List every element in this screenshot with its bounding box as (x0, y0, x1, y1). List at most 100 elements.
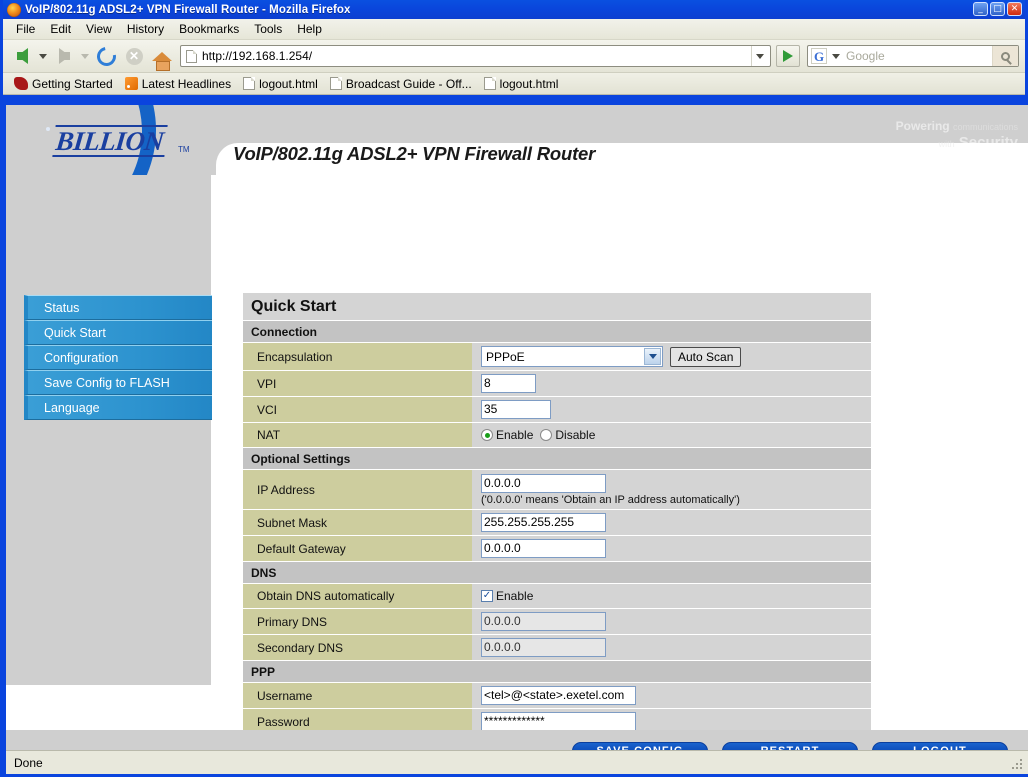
bookmark-logout-1[interactable]: logout.html (238, 76, 323, 92)
vci-input[interactable]: 35 (481, 400, 551, 419)
trademark-mark: TM (178, 145, 190, 154)
window-controls: _ □ ✕ (973, 2, 1022, 16)
forward-dropdown-icon[interactable] (81, 53, 89, 59)
row-vpi: VPI 8 (243, 371, 871, 397)
obtain-dns-option[interactable]: ✓ Enable (481, 589, 533, 603)
tagline-with: with (938, 139, 955, 149)
page-icon (243, 77, 256, 90)
subnet-mask-input[interactable]: 255.255.255.255 (481, 513, 606, 532)
back-button[interactable] (9, 43, 35, 69)
billion-logo: BILLION (52, 125, 168, 157)
label-secondary-dns: Secondary DNS (243, 635, 472, 660)
sidebar-background (6, 175, 211, 685)
row-ip-address: IP Address 0.0.0.0 ('0.0.0.0' means 'Obt… (243, 470, 871, 510)
product-title: VoIP/802.11g ADSL2+ VPN Firewall Router (233, 143, 596, 164)
minimize-button[interactable]: _ (973, 2, 988, 16)
menu-item-file[interactable]: File (9, 20, 42, 38)
maximize-button[interactable]: □ (990, 2, 1005, 16)
bookmark-label: Broadcast Guide - Off... (345, 76, 472, 91)
back-arrow-icon (16, 48, 28, 64)
home-button[interactable] (149, 43, 175, 71)
password-input[interactable]: ************* (481, 712, 636, 731)
sidebar-item-quick-start[interactable]: Quick Start (24, 320, 212, 345)
default-gateway-input[interactable]: 0.0.0.0 (481, 539, 606, 558)
chevron-down-icon (831, 53, 840, 59)
menu-item-view[interactable]: View (79, 20, 119, 38)
stop-button[interactable]: ✕ (121, 43, 147, 69)
sidebar-item-configuration[interactable]: Configuration (24, 345, 212, 370)
bookmark-label: logout.html (499, 76, 559, 91)
menu-item-edit[interactable]: Edit (43, 20, 78, 38)
address-bar[interactable]: http://192.168.1.254/ (180, 45, 771, 67)
back-dropdown-icon[interactable] (39, 53, 47, 59)
logout-button[interactable]: LOGOUT (872, 741, 1008, 750)
browser-window: VoIP/802.11g ADSL2+ VPN Firewall Router … (0, 0, 1028, 777)
bookmarks-toolbar: Getting Started Latest Headlines logout.… (3, 73, 1025, 95)
row-obtain-dns: Obtain DNS automatically ✓ Enable (243, 584, 871, 609)
bookmark-latest-headlines[interactable]: Latest Headlines (120, 76, 236, 92)
forward-button[interactable] (51, 43, 77, 69)
reload-icon (92, 42, 120, 70)
label-username: Username (243, 683, 472, 708)
radio-selected-icon[interactable] (481, 429, 493, 441)
ip-address-input[interactable]: 0.0.0.0 (481, 474, 606, 493)
status-text: Done (14, 755, 43, 770)
save-config-button[interactable]: SAVE CONFIG (572, 741, 708, 750)
sidebar-item-language[interactable]: Language (24, 395, 212, 420)
secondary-dns-input[interactable]: 0.0.0.0 (481, 638, 606, 657)
nat-disable-option[interactable]: Disable (540, 428, 595, 442)
search-bar[interactable]: G Google (807, 45, 1019, 67)
menu-item-help[interactable]: Help (290, 20, 329, 38)
sidebar-item-status[interactable]: Status (24, 295, 212, 320)
auto-scan-button[interactable]: Auto Scan (670, 346, 742, 367)
label-ip-address: IP Address (243, 470, 472, 509)
forward-arrow-icon (58, 48, 70, 64)
restart-button[interactable]: RESTART (722, 741, 858, 750)
bookmark-getting-started[interactable]: Getting Started (9, 76, 118, 92)
encapsulation-select[interactable]: PPPoE (481, 346, 663, 367)
resize-grip[interactable] (1012, 759, 1024, 771)
bookmark-label: Latest Headlines (141, 76, 232, 91)
footer-action-bar: SAVE CONFIG RESTART LOGOUT (6, 730, 1028, 750)
label-default-gateway: Default Gateway (243, 536, 472, 561)
page-icon (483, 77, 496, 90)
tagline-communications: communications (952, 122, 1018, 132)
menu-item-bookmarks[interactable]: Bookmarks (172, 20, 246, 38)
nat-disable-label: Disable (555, 428, 596, 442)
username-input[interactable]: <tel>@<state>.exetel.com (481, 686, 636, 705)
primary-dns-input[interactable]: 0.0.0.0 (481, 612, 606, 631)
radio-unselected-icon[interactable] (540, 429, 553, 441)
sidebar-item-save-config-to-flash[interactable]: Save Config to FLASH (24, 370, 212, 395)
tagline-powering: Powering (895, 119, 950, 133)
label-nat: NAT (243, 423, 472, 447)
bookmark-logout-2[interactable]: logout.html (479, 76, 564, 92)
section-header-ppp: PPP (243, 661, 871, 683)
page-icon (329, 77, 342, 90)
window-title: VoIP/802.11g ADSL2+ VPN Firewall Router … (25, 3, 351, 16)
browser-chrome: File Edit View History Bookmarks Tools H… (3, 19, 1025, 95)
search-go-button[interactable] (992, 46, 1018, 66)
nat-enable-option[interactable]: Enable (481, 428, 533, 442)
label-encapsulation: Encapsulation (243, 343, 472, 370)
sidebar-menu: Status Quick Start Configuration Save Co… (24, 295, 212, 420)
search-icon (1001, 51, 1010, 61)
bookmark-broadcast-guide[interactable]: Broadcast Guide - Off... (325, 76, 477, 92)
google-icon: G (811, 48, 827, 64)
chevron-down-icon[interactable] (644, 348, 661, 365)
reload-button[interactable] (92, 42, 120, 70)
url-dropdown-button[interactable] (751, 46, 768, 66)
label-vpi: VPI (243, 371, 472, 396)
menu-item-history[interactable]: History (120, 20, 171, 38)
row-primary-dns: Primary DNS 0.0.0.0 (243, 609, 871, 635)
menu-item-tools[interactable]: Tools (247, 20, 289, 38)
go-button[interactable] (776, 45, 800, 67)
firefox-star-icon (14, 77, 28, 90)
checkbox-checked-icon[interactable]: ✓ (481, 590, 493, 602)
close-button[interactable]: ✕ (1007, 2, 1022, 16)
search-input[interactable]: Google (842, 49, 992, 63)
label-subnet-mask: Subnet Mask (243, 510, 472, 535)
page-body: Status Quick Start Configuration Save Co… (6, 175, 1028, 750)
search-engine-dropdown[interactable] (829, 53, 842, 59)
vpi-input[interactable]: 8 (481, 374, 536, 393)
encapsulation-value: PPPoE (486, 349, 525, 364)
